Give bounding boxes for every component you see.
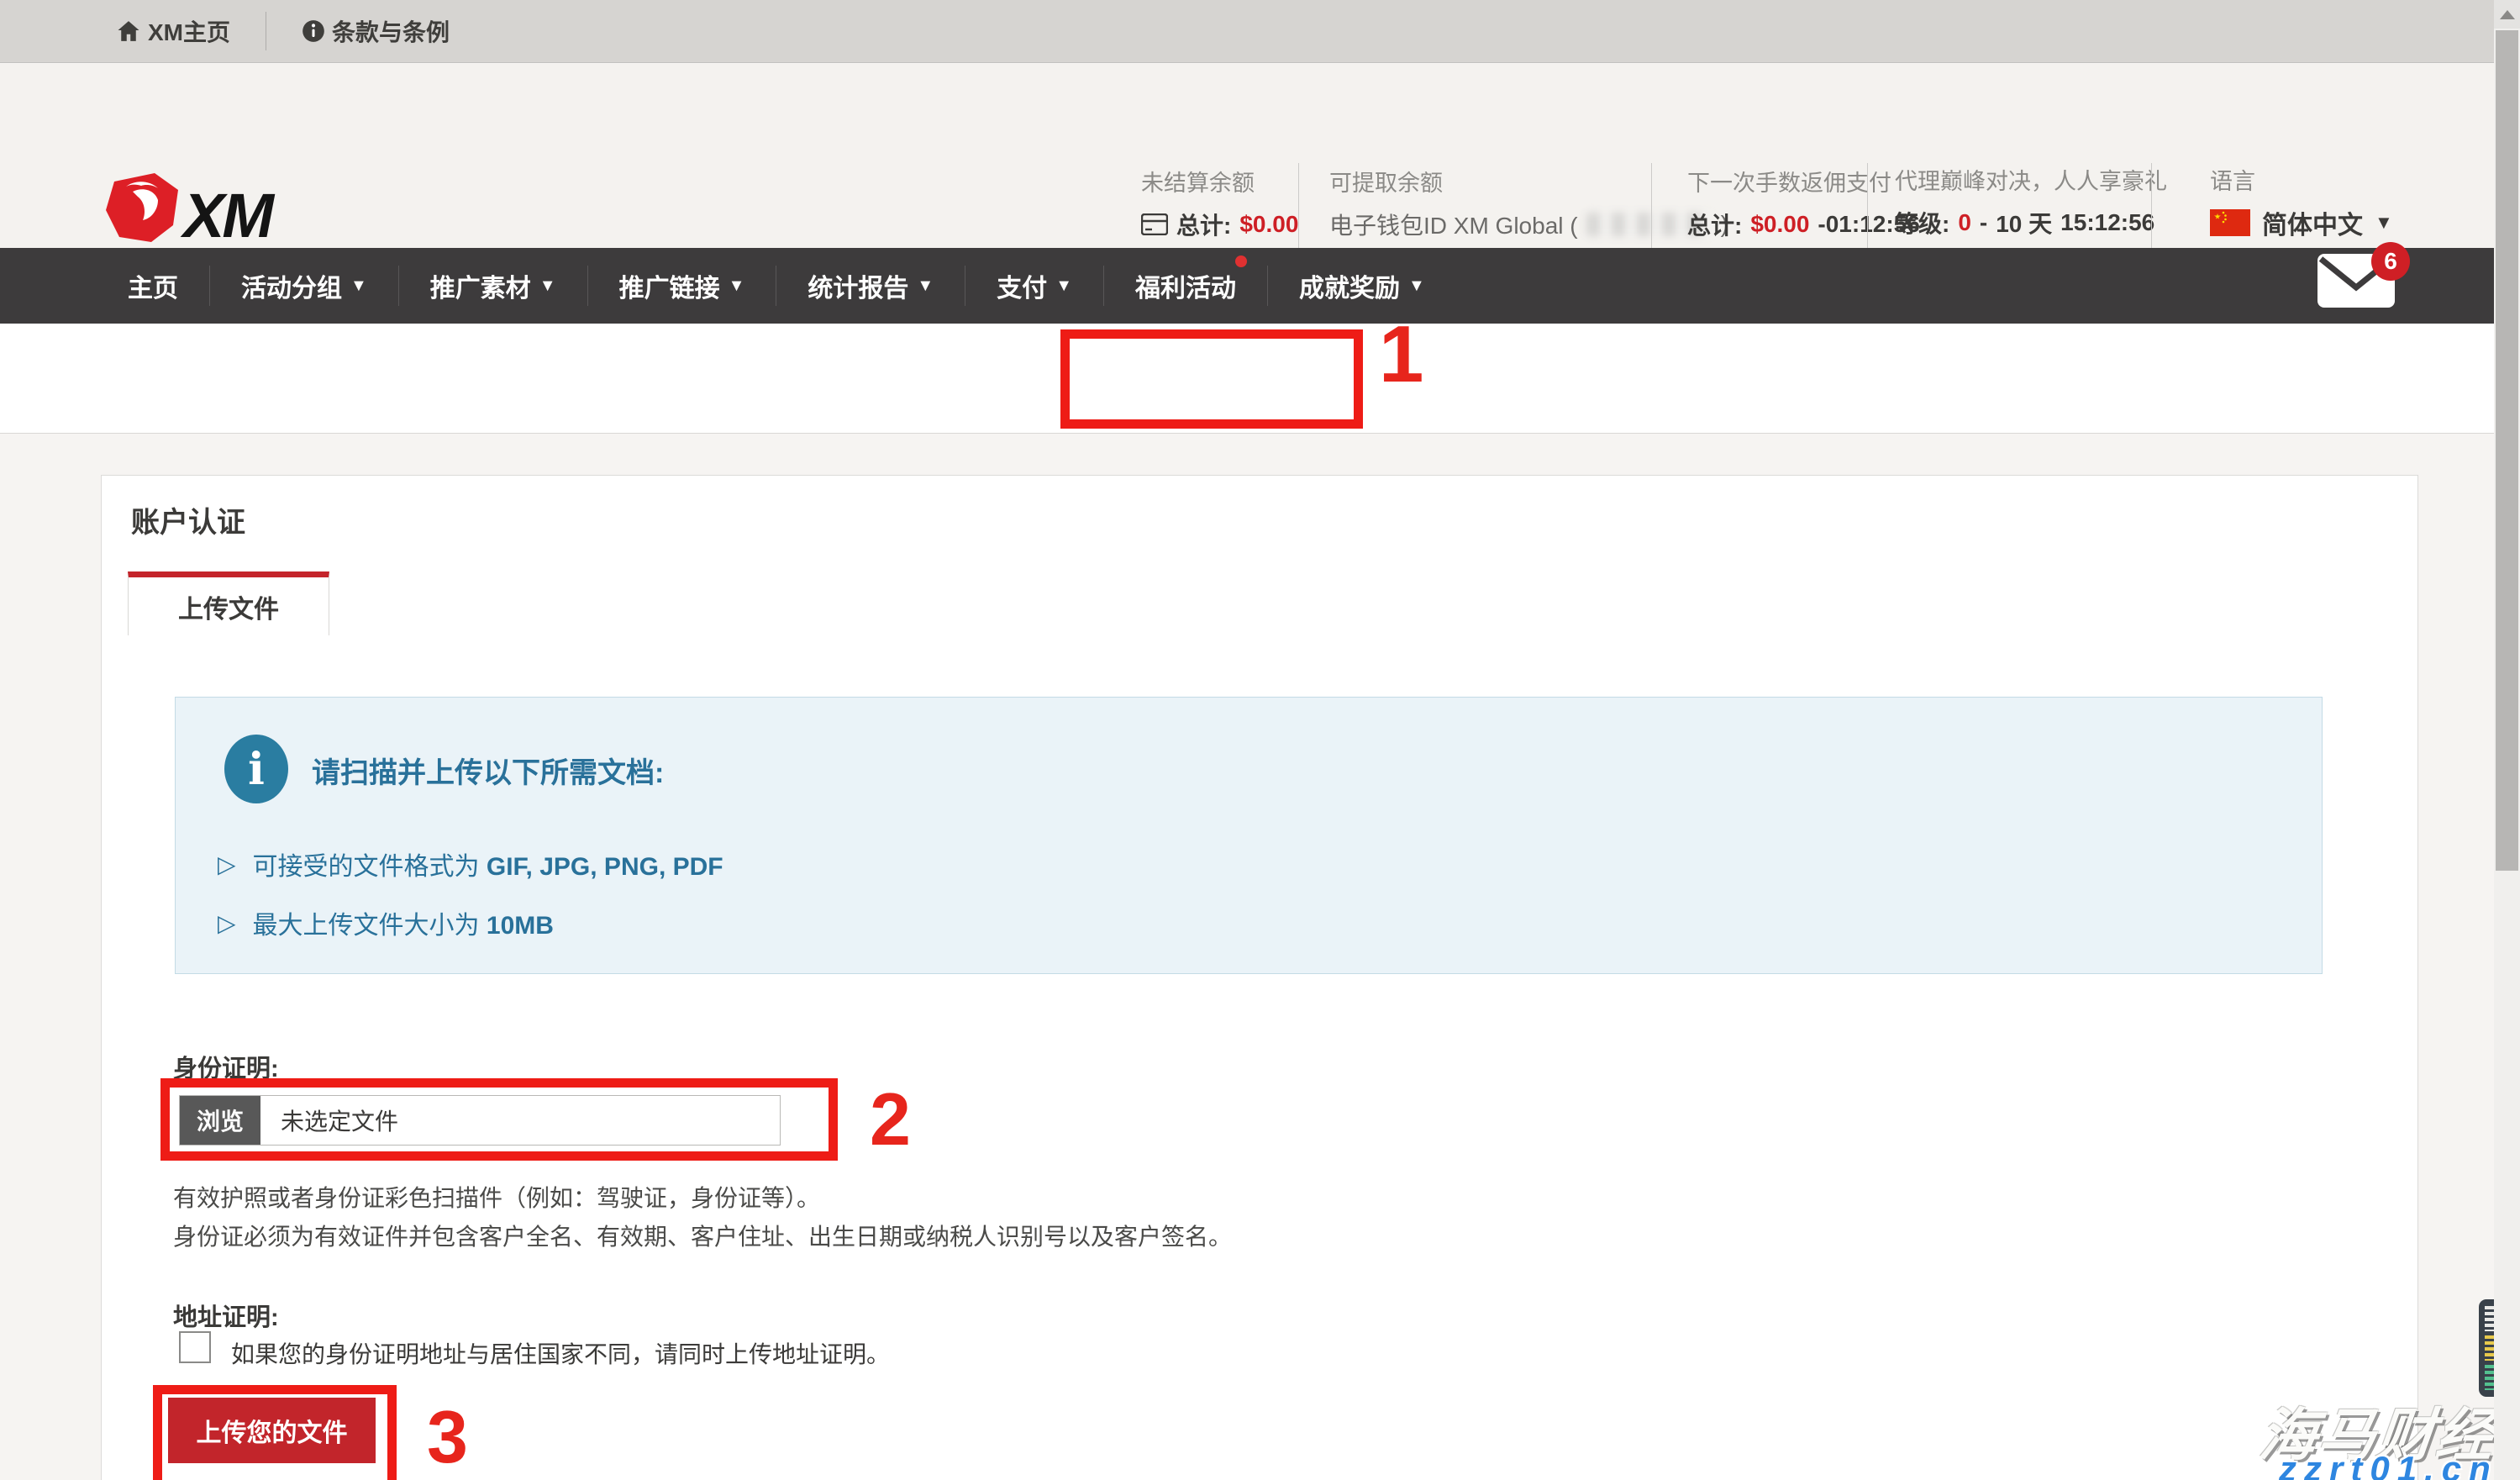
language-selector[interactable]: 简体中文 ▼ [2210,204,2393,241]
contest-level-value: 0 [1958,209,1971,236]
contest-dash: - [1980,209,1987,236]
next-payment-title: 下一次手数返佣支付 [1687,165,1921,198]
nav-item-home[interactable]: 主页 [128,266,210,306]
nav-item-payments[interactable]: 支付▼ [965,266,1104,306]
nav-item-activity-groups[interactable]: 活动分组▼ [210,266,399,306]
info-heading: 请扫描并上传以下所需文档: [312,750,664,791]
tab-upload-files[interactable]: 上传文件 [128,571,329,635]
nav-item-promo-links[interactable]: 推广链接▼ [588,266,777,306]
bull-logo-icon [103,171,180,244]
page-title: 账户认证 [131,499,245,540]
top-utility-bar: XM主页 条款与条例 [0,0,2520,63]
nav-item-achievements[interactable]: 成就奖励▼ [1268,266,1456,306]
identity-proof-label: 身份证明: [173,1049,279,1084]
upload-your-files-button[interactable]: 上传您的文件 [168,1398,376,1463]
triangle-bullet-icon: ▷ [218,851,236,878]
contest-title: 代理巅峰对决，人人享豪礼 [1895,163,2167,196]
terms-label: 条款与条例 [332,14,450,48]
card-icon [1141,213,1168,235]
home-icon [116,18,141,44]
unsettled-balance-group: 未结算余额 总计: $0.00 [1141,165,1298,241]
scrollbar-up-button[interactable] [2494,0,2520,29]
nav-item-promo-materials[interactable]: 推广素材▼ [399,266,588,306]
logo-xm-text: XM [183,188,271,244]
account-verification-card: 账户认证 上传文件 i 请扫描并上传以下所需文档: ▷ 可接受的文件格式为 GI… [101,475,2418,1480]
annotation-digit-2: 2 [870,1082,911,1156]
nav-item-benefits[interactable]: 福利活动 [1104,266,1268,306]
annotation-digit-3: 3 [427,1400,468,1474]
notification-dot [1235,255,1247,267]
identity-help-line2: 身份证必须为有效证件并包含客户全名、有效期、客户住址、出生日期或纳税人识别号以及… [173,1219,1232,1252]
address-proof-label: 地址证明: [173,1298,279,1333]
info-icon [302,19,325,43]
inbox-unread-badge: 6 [2371,242,2410,281]
xm-home-link[interactable]: XM主页 [116,14,230,48]
unsettled-total-value: $0.00 [1239,211,1298,238]
unsettled-total-label: 总计: [1176,208,1231,241]
chevron-down-icon: ▼ [539,277,556,296]
annotation-digit-1: 1 [1379,314,1423,395]
info-circle-icon: i [224,735,288,803]
contest-time: 15:12:56 [2060,209,2154,236]
language-group: 语言 简体中文 ▼ [2210,163,2393,241]
info-box: i 请扫描并上传以下所需文档: ▷ 可接受的文件格式为 GIF, JPG, PN… [175,697,2323,974]
chevron-down-icon: ▼ [350,277,367,296]
china-flag-icon [2210,209,2250,236]
inbox-button[interactable]: 6 [2317,254,2405,318]
scrollbar-track[interactable] [2494,0,2520,1480]
next-payment-total-label: 总计: [1687,208,1742,241]
browse-button[interactable]: 浏览 [180,1096,260,1145]
chevron-down-icon: ▼ [2375,212,2393,234]
scrollbar-thumb[interactable] [2496,30,2518,871]
address-proof-checkbox[interactable] [179,1331,211,1363]
contest-days: 10 天 [1996,206,2052,240]
triangle-up-icon [2500,10,2515,19]
wallet-id-prefix: 电子钱包ID XM Global ( [1329,208,1578,241]
chevron-down-icon: ▼ [1408,277,1425,296]
header: XM PARTNERS 未结算余额 总计: $0.00 可提取余额 电子钱包ID… [0,64,2520,248]
user-bar: 尊敬的SAN，您好 ▼ 当前等级：Bronze 升级攻略 代理成就奖励计划，尊享… [0,324,2520,434]
chevron-down-icon: ▼ [1055,277,1072,296]
language-label: 语言 [2210,163,2393,196]
info-bullet-size: ▷ 最大上传文件大小为 10MB [218,904,554,941]
main-nav: 主页 活动分组▼ 推广素材▼ 推广链接▼ 统计报告▼ 支付▼ 福利活动 成就奖励… [0,248,2520,324]
next-payment-total-value: $0.00 [1750,211,1809,238]
unsettled-title: 未结算余额 [1141,165,1298,198]
file-status-text: 未选定文件 [260,1096,780,1145]
nav-item-statistics[interactable]: 统计报告▼ [776,266,965,306]
chevron-down-icon: ▼ [729,277,745,296]
terms-link[interactable]: 条款与条例 [302,14,450,48]
identity-help-line1: 有效护照或者身份证彩色扫描件（例如：驾驶证，身份证等）。 [173,1180,820,1214]
identity-file-input[interactable]: 浏览 未选定文件 [179,1095,781,1146]
language-value: 简体中文 [2262,204,2363,241]
contest-level-label: 等级: [1895,206,1949,240]
xm-home-label: XM主页 [148,14,230,48]
withdrawable-title: 可提取余额 [1329,165,1728,198]
chevron-down-icon: ▼ [917,277,934,296]
address-proof-checkbox-text: 如果您的身份证明地址与居住国家不同，请同时上传地址证明。 [231,1336,890,1370]
watermark-url: zzrt01.cn [2279,1449,2498,1480]
triangle-bullet-icon: ▷ [218,909,236,937]
info-bullet-formats: ▷ 可接受的文件格式为 GIF, JPG, PNG, PDF [218,845,723,882]
